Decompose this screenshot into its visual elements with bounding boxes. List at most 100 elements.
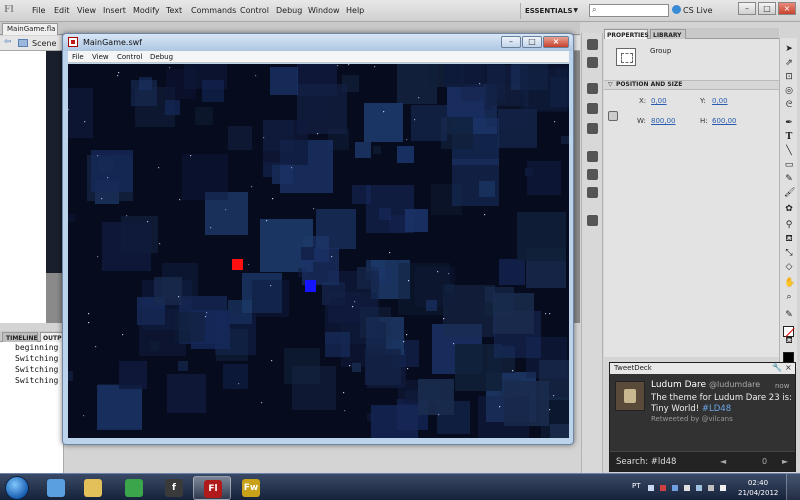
star — [261, 402, 263, 404]
back-arrow-icon[interactable]: ⇦ — [4, 37, 12, 47]
stroke-color-swatch[interactable] — [783, 326, 794, 337]
menu-text[interactable]: Text — [166, 6, 182, 15]
close-icon[interactable]: × — [785, 363, 792, 372]
background-square — [352, 363, 361, 372]
bone-tool-icon[interactable]: ⚲ — [784, 220, 794, 230]
tray-app-icon[interactable] — [672, 485, 678, 491]
tweetdeck-titlebar: TweetDeck 🔧 × — [610, 363, 795, 374]
show-desktop-button[interactable] — [786, 474, 800, 500]
tab-output[interactable]: OUTPUT — [40, 332, 64, 342]
next-icon[interactable]: ► — [782, 457, 788, 466]
swf-menu-debug[interactable]: Debug — [150, 53, 173, 61]
menu-window[interactable]: Window — [308, 6, 340, 15]
tray-flag-icon[interactable] — [684, 485, 690, 491]
hand-tool-icon[interactable]: ✋ — [784, 278, 795, 288]
3d-rotation-icon[interactable]: ◎ — [784, 86, 794, 96]
tweet-author[interactable]: Ludum Dare @ludumdare — [651, 380, 760, 390]
eyedropper-icon[interactable]: ⤡ — [784, 248, 794, 258]
menu-file[interactable]: File — [32, 6, 45, 15]
line-tool-icon[interactable]: ╲ — [784, 146, 794, 156]
tray-show-hidden-icon[interactable] — [648, 485, 654, 491]
cs-live-button[interactable]: CS Live — [672, 5, 713, 15]
background-square — [270, 67, 298, 95]
tab-library[interactable]: LIBRARY — [650, 29, 686, 39]
swatches-panel-icon[interactable] — [587, 57, 598, 68]
tray-app-icon[interactable] — [660, 485, 666, 491]
selection-tool-icon[interactable]: ➤ — [784, 44, 794, 54]
swf-close-button[interactable]: × — [543, 36, 569, 48]
background-square — [418, 379, 454, 415]
background-square — [500, 379, 519, 398]
avatar[interactable] — [615, 381, 645, 411]
close-button[interactable]: × — [778, 2, 796, 15]
wrench-icon[interactable]: 🔧 — [772, 363, 782, 372]
color-panel-icon[interactable] — [587, 39, 598, 50]
transform-panel-icon[interactable] — [587, 123, 598, 134]
menu-debug[interactable]: Debug — [276, 6, 302, 15]
project-panel-icon[interactable] — [587, 215, 598, 226]
zoom-tool-icon[interactable]: ⌕ — [784, 292, 794, 302]
scene-label[interactable]: Scene — [32, 39, 56, 48]
menu-view[interactable]: View — [77, 6, 96, 15]
tweet-hashtag-link[interactable]: #LD48 — [702, 404, 731, 414]
lock-icon[interactable] — [608, 111, 618, 121]
w-value[interactable]: 800,00 — [651, 117, 676, 125]
tray-network-icon[interactable] — [696, 485, 702, 491]
tab-timeline[interactable]: TIMELINE — [2, 332, 38, 342]
motion-presets-icon[interactable] — [587, 187, 598, 198]
previous-icon[interactable]: ◄ — [720, 457, 726, 466]
menu-control[interactable]: Control — [240, 6, 269, 15]
menu-help[interactable]: Help — [346, 6, 364, 15]
menu-modify[interactable]: Modify — [133, 6, 160, 15]
swf-menu-view[interactable]: View — [92, 53, 109, 61]
pen-tool-icon[interactable]: ✒ — [784, 118, 794, 128]
code-snippets-icon[interactable] — [587, 151, 598, 162]
text-tool-icon[interactable]: T — [784, 132, 794, 142]
y-value[interactable]: 0,00 — [712, 97, 728, 105]
h-value[interactable]: 600,00 — [712, 117, 737, 125]
workspace-switcher[interactable]: ESSENTIALS ▼ — [520, 3, 582, 19]
swf-menu-file[interactable]: File — [72, 53, 84, 61]
deco-tool-icon[interactable]: ✿ — [784, 204, 794, 214]
collapse-arrow-icon[interactable]: ▽ — [608, 81, 613, 88]
pencil-tool-icon[interactable]: ✎ — [784, 174, 794, 184]
free-transform-icon[interactable]: ⊡ — [784, 72, 794, 82]
info-panel-icon[interactable] — [587, 103, 598, 114]
tweetdeck-notification[interactable]: TweetDeck 🔧 × Ludum Dare @ludumdare now … — [609, 362, 796, 472]
paint-bucket-icon[interactable]: ⛾ — [784, 234, 794, 244]
align-panel-icon[interactable] — [587, 83, 598, 94]
taskbar-app-flash[interactable]: Fl — [193, 476, 231, 500]
swf-minimize-button[interactable]: – — [501, 36, 521, 48]
tab-properties[interactable]: PROPERTIES — [604, 29, 649, 39]
swf-titlebar[interactable]: MainGame.swf – □ × — [63, 34, 573, 51]
star — [549, 313, 551, 315]
document-tab[interactable]: MainGame.fla — [2, 23, 58, 35]
swf-maximize-button[interactable]: □ — [522, 36, 542, 48]
lasso-icon[interactable]: ᘓ — [784, 100, 794, 110]
start-button[interactable] — [5, 476, 29, 500]
minimize-button[interactable]: – — [738, 2, 756, 15]
taskbar-app-fdt[interactable]: f — [155, 476, 193, 500]
help-search-input[interactable]: ⌕ — [589, 4, 669, 17]
x-value[interactable]: 0,00 — [651, 97, 667, 105]
brush-tool-icon[interactable]: 🖌 — [784, 188, 795, 198]
tray-battery-icon[interactable] — [720, 485, 726, 491]
rectangle-tool-icon[interactable]: ▭ — [784, 160, 794, 170]
swf-menu-control[interactable]: Control — [117, 53, 142, 61]
components-icon[interactable] — [587, 169, 598, 180]
maximize-button[interactable]: □ — [758, 2, 776, 15]
taskbar-app-chrome[interactable] — [115, 476, 153, 500]
menu-commands[interactable]: Commands — [191, 6, 236, 15]
taskbar-app-fireworks[interactable]: Fw — [232, 476, 270, 500]
eraser-icon[interactable]: ◇ — [784, 262, 794, 272]
taskbar-app-explorer[interactable] — [74, 476, 112, 500]
menu-insert[interactable]: Insert — [103, 6, 126, 15]
search-column-label[interactable]: Search: #ld48 — [616, 457, 676, 467]
language-indicator[interactable]: PT — [632, 482, 641, 490]
game-canvas[interactable] — [68, 64, 569, 438]
taskbar-app-people[interactable] — [37, 476, 75, 500]
subselection-tool-icon[interactable]: ⇗ — [784, 58, 794, 68]
menu-edit[interactable]: Edit — [54, 6, 70, 15]
system-clock[interactable]: 02:40 21/04/2012 — [738, 478, 778, 498]
tray-volume-icon[interactable] — [708, 485, 714, 491]
